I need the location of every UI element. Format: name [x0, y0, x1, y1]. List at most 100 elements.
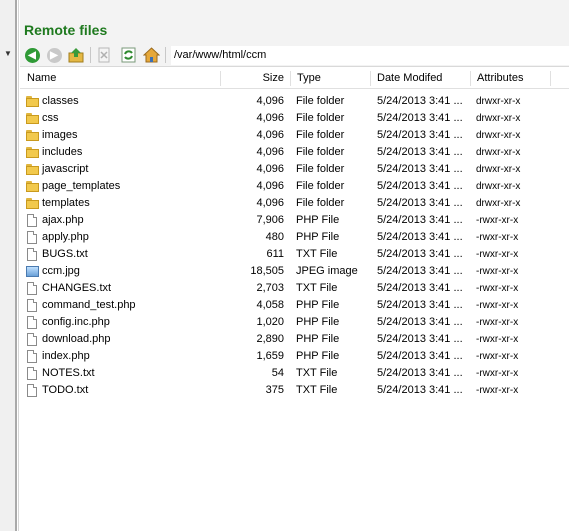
delete-button[interactable]	[95, 46, 113, 64]
file-attributes: drwxr-xr-x	[476, 113, 521, 124]
file-name: download.php	[42, 333, 111, 345]
file-size: 375	[265, 384, 284, 396]
file-row[interactable]: apply.php 480 PHP File 5/24/2013 3:41 ... -r…	[20, 229, 569, 246]
file-name: includes	[42, 146, 83, 158]
file-icon	[26, 383, 40, 398]
file-type: PHP File	[296, 333, 340, 345]
file-attributes: -rwxr-xr-x	[476, 232, 519, 243]
file-attributes: drwxr-xr-x	[476, 164, 521, 175]
file-name: ajax.php	[42, 214, 84, 226]
file-date-modified: 5/24/2013 3:41 ...	[377, 282, 463, 294]
file-name: images	[42, 129, 78, 141]
file-date-modified: 5/24/2013 3:41 ...	[377, 146, 463, 158]
file-size: 480	[265, 231, 284, 243]
file-type: File folder	[296, 129, 345, 141]
column-header-name[interactable]: Name	[27, 68, 56, 88]
file-name: page_templates	[42, 180, 121, 192]
file-size: 7,906	[256, 214, 284, 226]
home-button[interactable]	[142, 46, 160, 64]
refresh-icon	[121, 47, 135, 63]
file-row[interactable]: ccm.jpg 18,505 JPEG image 5/24/2013 3:41 ..…	[20, 263, 569, 280]
dropdown-arrow-icon[interactable]: ▼	[4, 49, 12, 58]
toolbar: ◀ ▶ /var/www/html/ccm	[20, 44, 569, 67]
file-row[interactable]: classes 4,096 File folder 5/24/2013 3:41 ..…	[20, 93, 569, 110]
file-size: 4,058	[256, 299, 284, 311]
file-date-modified: 5/24/2013 3:41 ...	[377, 265, 463, 277]
file-row[interactable]: templates 4,096 File folder 5/24/2013 3:41 …	[20, 195, 569, 212]
file-attributes: -rwxr-xr-x	[476, 334, 519, 345]
back-button[interactable]: ◀	[23, 46, 41, 64]
file-size: 4,096	[256, 197, 284, 209]
file-size: 1,659	[256, 350, 284, 362]
file-row[interactable]: index.php 1,659 PHP File 5/24/2013 3:41 ...…	[20, 348, 569, 365]
file-icon	[26, 281, 40, 296]
file-attributes: drwxr-xr-x	[476, 130, 521, 141]
file-name: CHANGES.txt	[42, 282, 112, 294]
file-name: ccm.jpg	[42, 265, 80, 277]
file-size: 4,096	[256, 163, 284, 175]
folder-icon	[26, 128, 40, 143]
image-icon	[26, 264, 40, 279]
file-icon	[26, 332, 40, 347]
file-type: PHP File	[296, 299, 340, 311]
file-type: PHP File	[296, 231, 340, 243]
file-type: TXT File	[296, 384, 338, 396]
pane-splitter-edge	[18, 0, 19, 531]
file-name: javascript	[42, 163, 89, 175]
upload-button[interactable]	[67, 46, 85, 64]
file-row[interactable]: config.inc.php 1,020 PHP File 5/24/2013 3:4…	[20, 314, 569, 331]
file-row[interactable]: download.php 2,890 PHP File 5/24/2013 3:41 …	[20, 331, 569, 348]
file-size: 4,096	[256, 129, 284, 141]
refresh-button[interactable]	[119, 46, 137, 64]
forward-button[interactable]: ▶	[45, 46, 63, 64]
file-type: File folder	[296, 197, 345, 209]
file-icon	[26, 230, 40, 245]
file-name: classes	[42, 95, 79, 107]
delete-icon	[98, 47, 110, 63]
file-list: Name Size Type Date Modifed Attributes c…	[20, 68, 569, 531]
file-row[interactable]: TODO.txt 375 TXT File 5/24/2013 3:41 ... -rw…	[20, 382, 569, 399]
file-date-modified: 5/24/2013 3:41 ...	[377, 231, 463, 243]
column-header-date[interactable]: Date Modifed	[377, 68, 442, 88]
file-row[interactable]: CHANGES.txt 2,703 TXT File 5/24/2013 3:41 .…	[20, 280, 569, 297]
column-header-attributes[interactable]: Attributes	[477, 68, 523, 88]
file-name: apply.php	[42, 231, 89, 243]
file-date-modified: 5/24/2013 3:41 ...	[377, 180, 463, 192]
column-header-size[interactable]: Size	[220, 68, 284, 88]
folder-icon	[26, 196, 40, 211]
file-name: templates	[42, 197, 90, 209]
file-attributes: -rwxr-xr-x	[476, 283, 519, 294]
file-name: BUGS.txt	[42, 248, 88, 260]
file-type: TXT File	[296, 367, 338, 379]
file-type: TXT File	[296, 282, 338, 294]
file-icon	[26, 366, 40, 381]
file-attributes: -rwxr-xr-x	[476, 300, 519, 311]
file-date-modified: 5/24/2013 3:41 ...	[377, 112, 463, 124]
file-attributes: drwxr-xr-x	[476, 198, 521, 209]
file-row[interactable]: includes 4,096 File folder 5/24/2013 3:41 .…	[20, 144, 569, 161]
remote-path-input[interactable]: /var/www/html/ccm	[171, 46, 569, 65]
file-icon	[26, 213, 40, 228]
column-header-type[interactable]: Type	[297, 68, 321, 88]
file-attributes: -rwxr-xr-x	[476, 385, 519, 396]
file-row[interactable]: ajax.php 7,906 PHP File 5/24/2013 3:41 ... -…	[20, 212, 569, 229]
file-type: File folder	[296, 180, 345, 192]
file-date-modified: 5/24/2013 3:41 ...	[377, 95, 463, 107]
file-type: TXT File	[296, 248, 338, 260]
file-date-modified: 5/24/2013 3:41 ...	[377, 333, 463, 345]
file-row[interactable]: page_templates 4,096 File folder 5/24/2013 …	[20, 178, 569, 195]
file-name: command_test.php	[42, 299, 136, 311]
upload-icon	[68, 48, 84, 63]
file-type: File folder	[296, 95, 345, 107]
file-row[interactable]: javascript 4,096 File folder 5/24/2013 3:41…	[20, 161, 569, 178]
file-row[interactable]: images 4,096 File folder 5/24/2013 3:41 ...…	[20, 127, 569, 144]
file-row[interactable]: BUGS.txt 611 TXT File 5/24/2013 3:41 ... -rw…	[20, 246, 569, 263]
file-type: PHP File	[296, 316, 340, 328]
pane-splitter[interactable]	[15, 0, 17, 531]
file-attributes: -rwxr-xr-x	[476, 266, 519, 277]
file-name: config.inc.php	[42, 316, 110, 328]
file-row[interactable]: command_test.php 4,058 PHP File 5/24/2013 3…	[20, 297, 569, 314]
file-row[interactable]: NOTES.txt 54 TXT File 5/24/2013 3:41 ... -rw…	[20, 365, 569, 382]
file-type: PHP File	[296, 350, 340, 362]
file-row[interactable]: css 4,096 File folder 5/24/2013 3:41 ... drw…	[20, 110, 569, 127]
